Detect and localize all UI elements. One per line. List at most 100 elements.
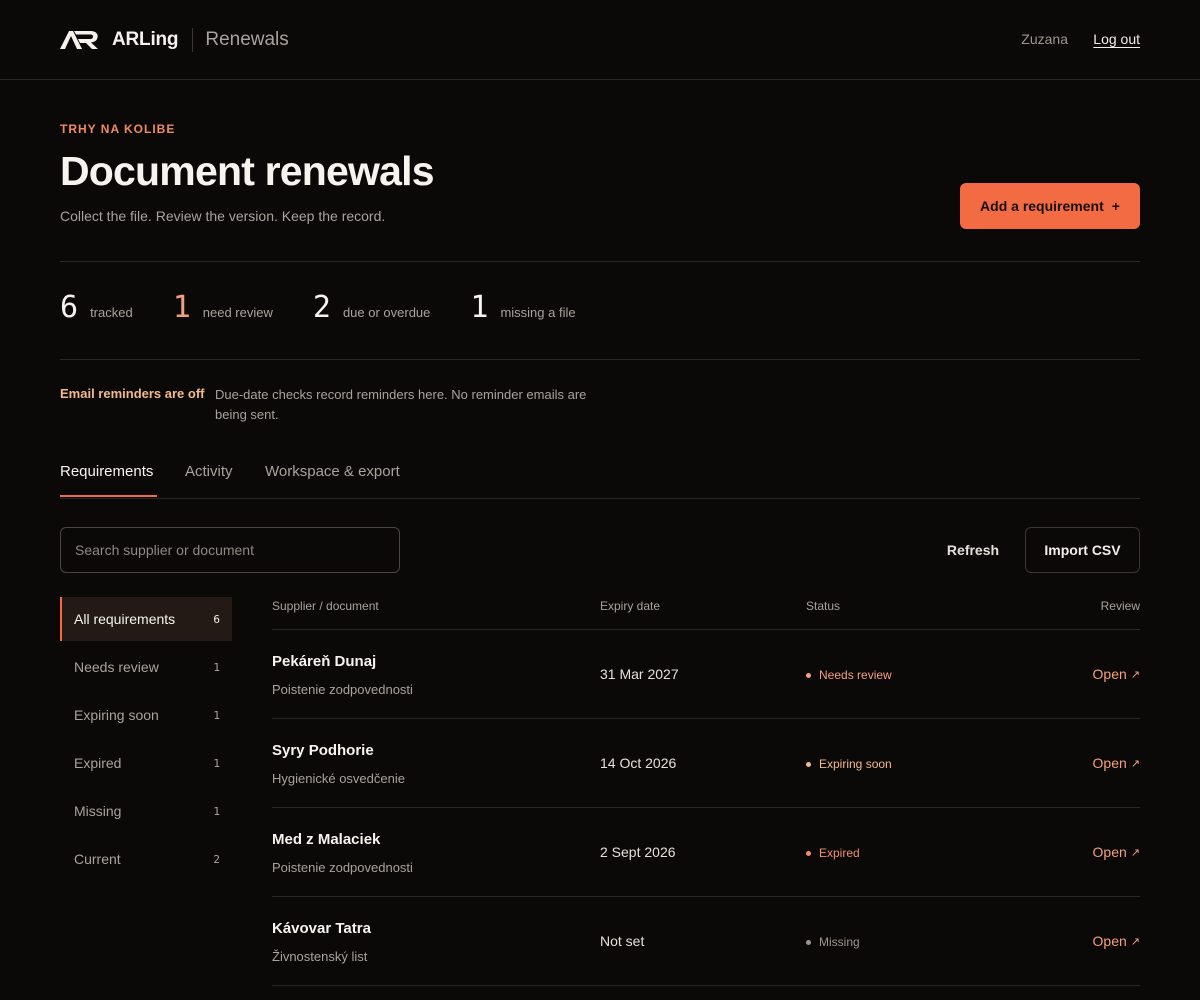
table-row[interactable]: Syry Podhorie Hygienické osvedčenie 14 Oct… [272, 719, 1140, 808]
top-bar: ARLing Renewals Zuzana Log out [0, 0, 1200, 80]
status-badge: Missing [806, 935, 860, 949]
brand[interactable]: ARLing Renewals [60, 26, 289, 54]
status-badge: Expired [806, 846, 860, 860]
stat-label: missing a file [500, 305, 576, 320]
table-header: Supplier / document Expiry date Status R… [272, 595, 1140, 630]
filter-all-requirements[interactable]: All requirements 6 [60, 597, 232, 641]
arrow-up-right-icon: ↗ [1130, 668, 1140, 681]
arrow-up-right-icon: ↗ [1130, 757, 1140, 770]
search-input[interactable] [60, 527, 400, 573]
divider [60, 359, 1140, 360]
divider [60, 261, 1140, 262]
stat-label: due or overdue [342, 305, 431, 320]
brand-name: ARLing [112, 29, 179, 50]
page-subtitle: Collect the file. Review the version. Ke… [60, 208, 386, 224]
supplier-name: Pekáreň Dunaj [272, 653, 377, 670]
filter-count: 2 [213, 852, 220, 866]
product-name: Renewals [205, 29, 289, 50]
column-header-supplier[interactable]: Supplier / document [272, 599, 379, 613]
status-label: Expired [819, 846, 860, 860]
tab-requirements[interactable]: Requirements [60, 463, 153, 480]
supplier-name: Kávovar Tatra [272, 920, 371, 937]
expiry-date: 31 Mar 2027 [600, 666, 679, 682]
expiry-date: 14 Oct 2026 [600, 755, 677, 771]
workspace-eyebrow: TRHY NA KOLIBE [60, 122, 176, 136]
tab-bar: Requirements Activity Workspace & export [60, 450, 1140, 499]
stats-summary: 6 tracked 1 need review 2 due or overdue… [60, 290, 616, 334]
document-type: Hygienické osvedčenie [272, 771, 405, 786]
filter-label: Expired [74, 755, 122, 771]
import-csv-button[interactable]: Import CSV [1025, 527, 1140, 573]
table-row[interactable]: Kávovar Tatra Živnostenský list Not set Mis… [272, 897, 1140, 986]
page-title: Document renewals [60, 148, 435, 194]
filter-count: 1 [213, 660, 220, 674]
logout-link[interactable]: Log out [1093, 31, 1140, 47]
arrow-up-right-icon: ↗ [1130, 846, 1140, 859]
filter-label: Missing [74, 803, 122, 819]
user-name: Zuzana [1021, 31, 1068, 47]
ar-logo-icon [60, 31, 98, 49]
filter-label: Current [74, 851, 121, 867]
stat-value: 2 [312, 290, 331, 325]
table-row[interactable]: Med z Malaciek Poistenie zodpovednosti 2 S… [272, 808, 1140, 897]
open-review-link[interactable]: Open ↗ [1093, 755, 1140, 771]
filter-expiring-soon[interactable]: Expiring soon 1 [60, 693, 232, 737]
stat-label: need review [202, 305, 273, 320]
arrow-up-right-icon: ↗ [1130, 935, 1140, 948]
filter-label: All requirements [74, 611, 176, 627]
supplier-name: Med z Malaciek [272, 831, 381, 848]
refresh-button[interactable]: Refresh [930, 527, 1016, 573]
stat-value: 1 [172, 290, 191, 325]
filter-missing[interactable]: Missing 1 [60, 789, 232, 833]
document-type: Poistenie zodpovednosti [272, 860, 413, 875]
open-label: Open [1092, 933, 1127, 949]
document-type: Poistenie zodpovednosti [272, 682, 413, 697]
column-header-review: Review [1100, 599, 1140, 613]
status-label: Expiring soon [819, 757, 892, 771]
filter-needs-review[interactable]: Needs review 1 [60, 645, 232, 689]
add-requirement-label: Add a requirement [980, 198, 1104, 214]
supplier-name: Syry Podhorie [272, 742, 374, 759]
status-label: Missing [819, 935, 860, 949]
stat-due-overdue: 2 due or overdue [313, 290, 431, 325]
open-review-link[interactable]: Open ↗ [1093, 666, 1140, 682]
filter-label: Expiring soon [74, 707, 159, 723]
expiry-date: Not set [600, 933, 645, 949]
email-reminders-notice-label: Email reminders are off [60, 386, 205, 401]
plus-icon: + [1111, 198, 1120, 214]
open-review-link[interactable]: Open ↗ [1093, 933, 1140, 949]
column-header-expiry[interactable]: Expiry date [600, 599, 660, 613]
requirements-table: Supplier / document Expiry date Status R… [272, 595, 1140, 986]
add-requirement-button[interactable]: Add a requirement + [960, 183, 1140, 229]
email-reminders-notice-text: Due-date checks record reminders here. N… [215, 387, 587, 422]
filter-count: 1 [213, 756, 220, 770]
open-label: Open [1092, 755, 1127, 771]
stat-value: 1 [470, 290, 489, 325]
stat-value: 6 [60, 290, 79, 325]
open-label: Open [1092, 844, 1127, 860]
table-row[interactable]: Pekáreň Dunaj Poistenie zodpovednosti 31 M… [272, 630, 1140, 719]
stat-missing-file: 1 missing a file [470, 290, 575, 325]
filter-label: Needs review [74, 659, 159, 675]
open-label: Open [1092, 666, 1127, 682]
tab-activity[interactable]: Activity [185, 463, 233, 480]
status-label: Needs review [819, 668, 892, 682]
status-filter-list: All requirements 6 Needs review 1 Expiri… [60, 597, 232, 885]
filter-current[interactable]: Current 2 [60, 837, 232, 881]
status-badge: Needs review [806, 668, 892, 682]
expiry-date: 2 Sept 2026 [600, 844, 676, 860]
stat-tracked: 6 tracked [60, 290, 133, 325]
filter-expired[interactable]: Expired 1 [60, 741, 232, 785]
column-header-status[interactable]: Status [806, 599, 840, 613]
filter-count: 6 [213, 612, 220, 626]
brand-divider [192, 28, 194, 52]
tab-workspace-export[interactable]: Workspace & export [265, 463, 400, 480]
status-badge: Expiring soon [806, 757, 892, 771]
filter-count: 1 [213, 804, 220, 818]
open-review-link[interactable]: Open ↗ [1093, 844, 1140, 860]
stat-need-review: 1 need review [173, 290, 273, 325]
status-dot-icon [806, 761, 811, 767]
stat-label: tracked [90, 305, 133, 320]
active-tab-indicator [60, 495, 157, 497]
document-type: Živnostenský list [272, 949, 368, 964]
